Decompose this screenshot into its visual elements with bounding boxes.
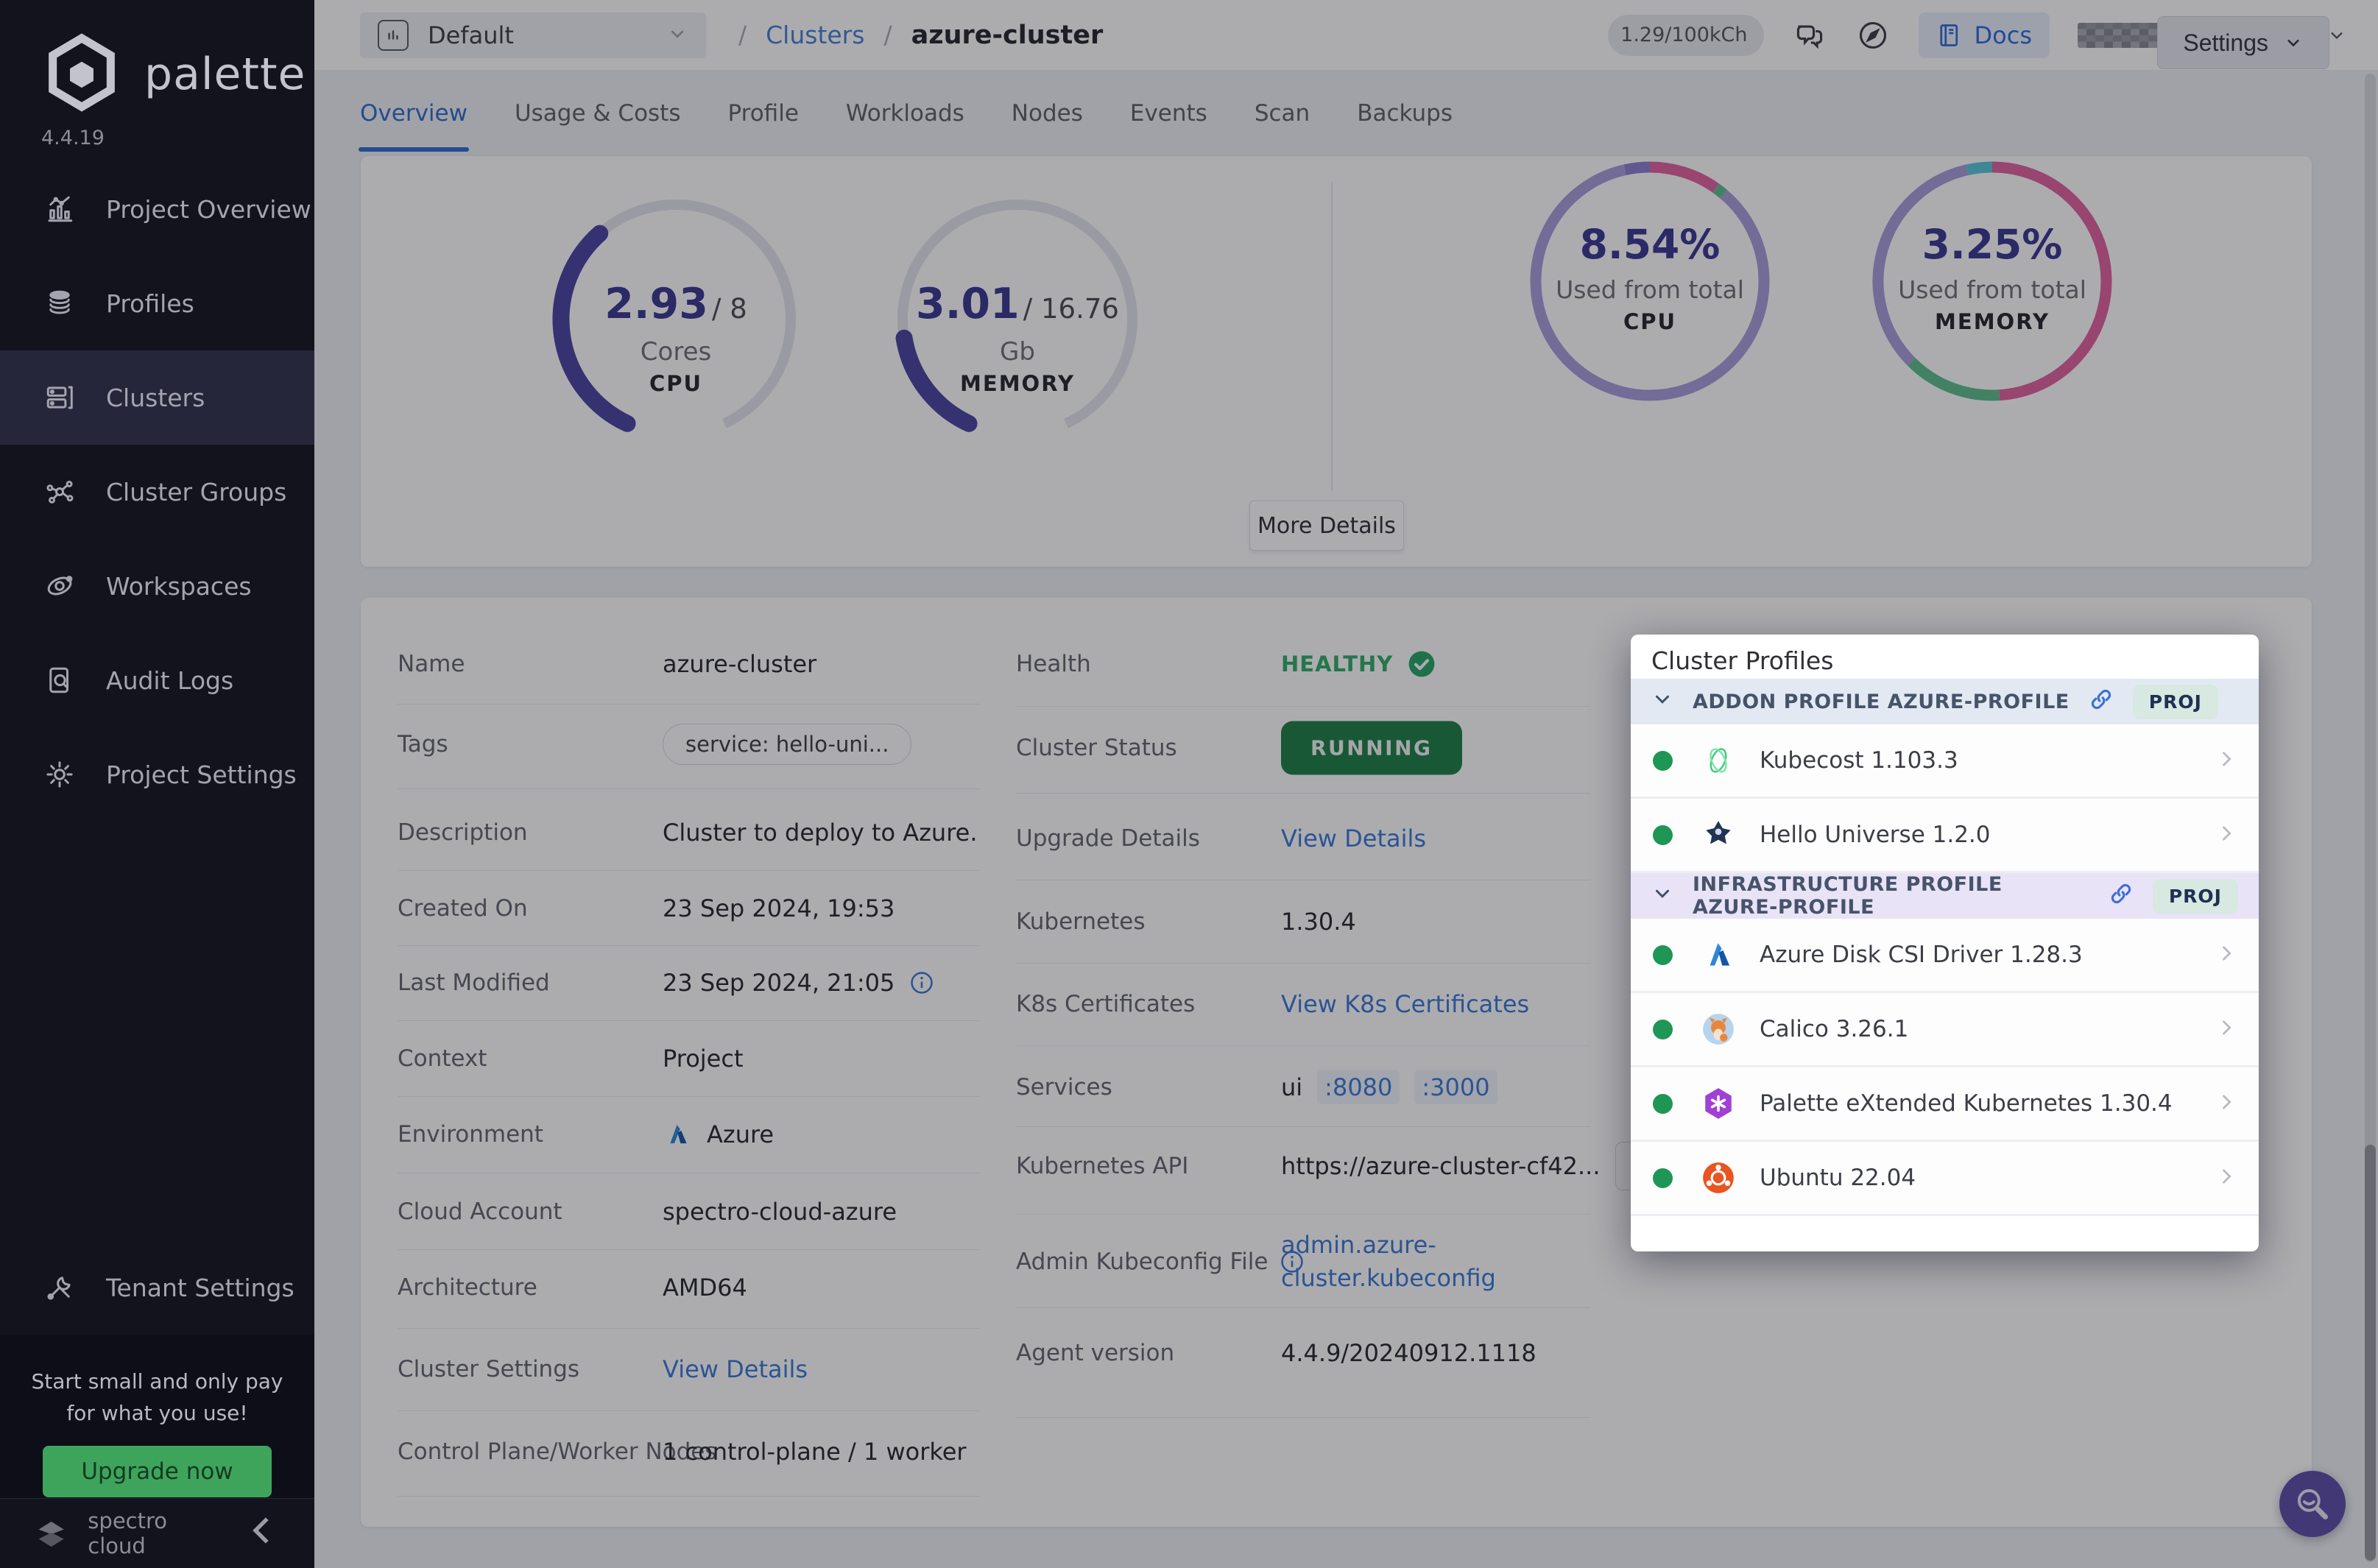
panel-title: Cluster Profiles xyxy=(1631,635,2259,679)
app-version: 4.4.19 xyxy=(41,127,105,149)
sidebar-item-project-overview[interactable]: Project Overview xyxy=(0,162,314,256)
scope-badge: PROJ xyxy=(2153,879,2238,914)
spectro-cloud-label: spectro cloud xyxy=(88,1508,225,1558)
upgrade-now-button[interactable]: Upgrade now xyxy=(43,1446,271,1497)
project-overview-icon xyxy=(44,194,75,225)
upgrade-promo: Start small and only pay for what you us… xyxy=(0,1335,314,1498)
status-dot xyxy=(1653,1020,1673,1039)
sidebar-item-audit-logs[interactable]: Audit Logs xyxy=(0,633,314,727)
sidebar-footer: spectro cloud xyxy=(0,1498,314,1568)
chevron-right-icon xyxy=(2216,1092,2237,1115)
chevron-right-icon xyxy=(2216,749,2237,772)
link-icon xyxy=(2109,881,2134,911)
brand-name: palette xyxy=(144,49,306,100)
pack-name: Hello Universe 1.2.0 xyxy=(1760,822,1991,848)
sidebar: palette 4.4.19 Project Overview Profiles C… xyxy=(0,0,314,1568)
status-dot xyxy=(1653,1168,1673,1188)
pack-name: Palette eXtended Kubernetes 1.30.4 xyxy=(1760,1090,2173,1117)
sidebar-item-label: Project Settings xyxy=(106,760,297,789)
sidebar-item-clusters[interactable]: Clusters xyxy=(0,350,314,445)
calico-icon xyxy=(1701,1011,1736,1047)
profile-pack-row-calico-3-26-1[interactable]: Calico 3.26.1 xyxy=(1631,993,2259,1067)
chevron-right-icon xyxy=(2216,823,2237,847)
sidebar-item-label: Project Overview xyxy=(106,195,311,224)
audit-logs-icon xyxy=(44,665,75,696)
sidebar-item-label: Audit Logs xyxy=(106,666,233,695)
status-dot xyxy=(1653,1094,1673,1114)
pxk-icon xyxy=(1701,1086,1736,1121)
sidebar-item-workspaces[interactable]: Workspaces xyxy=(0,539,314,633)
clusters-icon xyxy=(44,382,75,413)
azure-icon xyxy=(1701,937,1736,972)
kubecost-icon xyxy=(1701,743,1736,778)
palette-logo-icon xyxy=(38,31,125,118)
profile-pack-row-hello-universe-1-2-0[interactable]: Hello Universe 1.2.0 xyxy=(1631,799,2259,873)
chevron-down-icon xyxy=(1651,883,1673,910)
cluster-groups-icon xyxy=(44,476,75,507)
profile-pack-row-palette-extended-kubernetes-1-30-4[interactable]: Palette eXtended Kubernetes 1.30.4 xyxy=(1631,1067,2259,1142)
sidebar-menu: Project Overview Profiles Clusters Cluster … xyxy=(0,162,314,822)
chevron-right-icon xyxy=(2216,1017,2237,1041)
palette-logo: palette xyxy=(38,31,306,118)
cluster-profiles-panel: Cluster Profiles ADDON PROFILE AZURE-PRO… xyxy=(1631,635,2259,1251)
sidebar-item-label: Profiles xyxy=(106,289,194,318)
chevron-right-icon xyxy=(2216,943,2237,967)
ubuntu-icon xyxy=(1701,1160,1736,1196)
profile-pack-row-azure-disk-csi-driver-1-28-3[interactable]: Azure Disk CSI Driver 1.28.3 xyxy=(1631,919,2259,993)
workspaces-icon xyxy=(44,571,75,601)
sidebar-tenant: Tenant Settings xyxy=(0,1240,314,1335)
sidebar-item-label: Tenant Settings xyxy=(106,1274,294,1302)
status-dot xyxy=(1653,945,1673,965)
sidebar-item-cluster-groups[interactable]: Cluster Groups xyxy=(0,445,314,539)
sidebar-item-label: Clusters xyxy=(106,384,205,412)
promo-line1: Start small and only pay xyxy=(0,1366,314,1397)
profiles-icon xyxy=(44,288,75,319)
spectro-cloud-icon xyxy=(32,1514,70,1553)
sidebar-item-profiles[interactable]: Profiles xyxy=(0,256,314,350)
chevron-right-icon xyxy=(2216,1166,2237,1190)
gear-icon xyxy=(44,759,75,790)
profile-pack-row-ubuntu-22-04[interactable]: Ubuntu 22.04 xyxy=(1631,1142,2259,1216)
scope-badge: PROJ xyxy=(2133,685,2218,719)
section-header-label: INFRASTRUCTURE PROFILE AZURE-PROFILE xyxy=(1693,873,2089,919)
section-header-label: ADDON PROFILE AZURE-PROFILE xyxy=(1693,691,2070,713)
pack-name: Kubecost 1.103.3 xyxy=(1760,747,1958,774)
hello-universe-icon xyxy=(1701,817,1736,852)
sidebar-item-label: Workspaces xyxy=(106,572,252,601)
tools-icon xyxy=(44,1272,75,1303)
palette-console-screen: palette 4.4.19 Project Overview Profiles C… xyxy=(0,0,2378,1568)
link-icon xyxy=(2089,687,2114,717)
sidebar-item-tenant-settings[interactable]: Tenant Settings xyxy=(0,1240,314,1335)
promo-line2: for what you use! xyxy=(0,1397,314,1429)
sidebar-item-project-settings[interactable]: Project Settings xyxy=(0,727,314,822)
profile-section-header-infra[interactable]: INFRASTRUCTURE PROFILE AZURE-PROFILE PROJ xyxy=(1631,873,2259,919)
profile-pack-row-kubecost-1-103-3[interactable]: Kubecost 1.103.3 xyxy=(1631,724,2259,799)
pack-name: Azure Disk CSI Driver 1.28.3 xyxy=(1760,942,2083,968)
profile-section-header-addon[interactable]: ADDON PROFILE AZURE-PROFILE PROJ xyxy=(1631,679,2259,724)
sidebar-collapse-icon[interactable] xyxy=(242,1511,282,1557)
pack-name: Ubuntu 22.04 xyxy=(1760,1165,1916,1191)
sidebar-item-label: Cluster Groups xyxy=(106,478,286,506)
chevron-down-icon xyxy=(1651,688,1673,716)
pack-name: Calico 3.26.1 xyxy=(1760,1016,1908,1042)
status-dot xyxy=(1653,751,1673,771)
status-dot xyxy=(1653,825,1673,845)
